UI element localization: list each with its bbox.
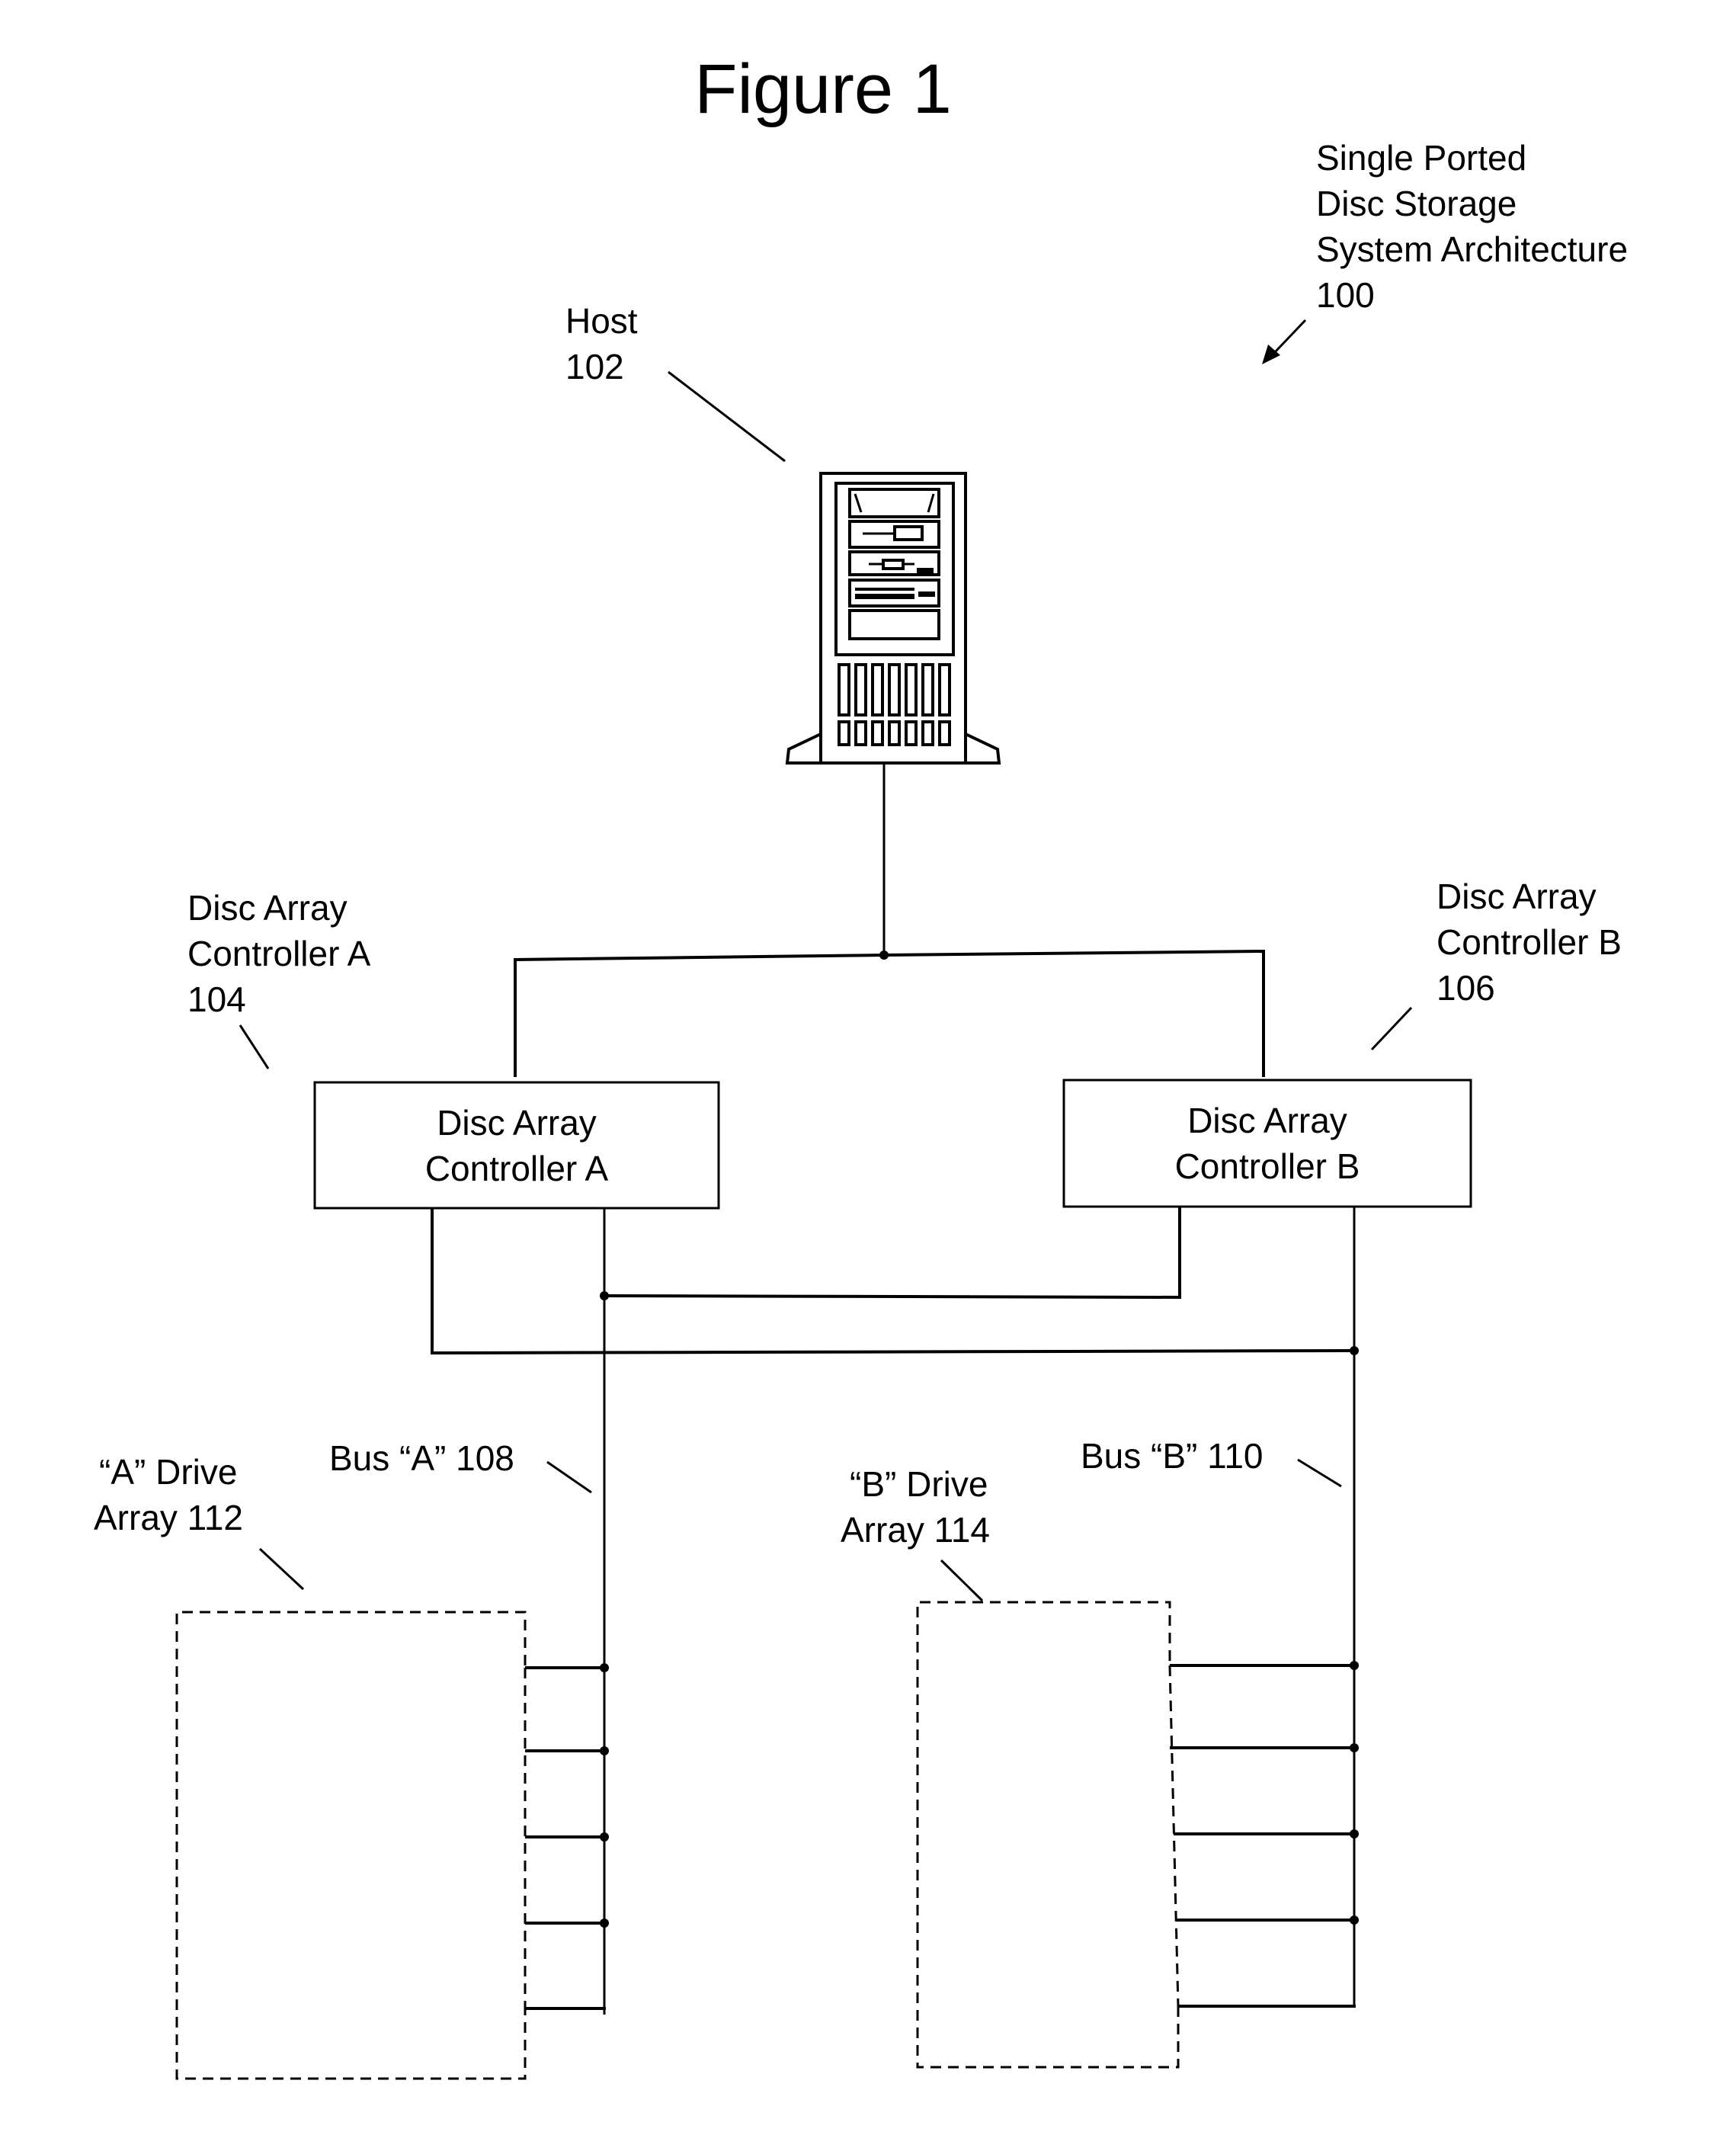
host-label-name: Host xyxy=(565,301,638,341)
vent-slots xyxy=(838,663,951,746)
drive-array-a-label: “A” Drive Array 112 xyxy=(94,1452,305,1591)
callout-line: Controller B xyxy=(1437,922,1622,962)
controller-a[interactable]: Disc Array Controller A xyxy=(313,1081,720,1210)
host-uplink xyxy=(514,764,1265,1077)
system-label-line: Single Ported xyxy=(1316,138,1526,178)
system-arrow-icon xyxy=(1262,319,1307,364)
bus-b-text: Bus “B” 110 xyxy=(1081,1436,1263,1476)
drive-array-b[interactable] xyxy=(916,1601,1359,2069)
drive-array-b-label: “B” Drive Array 114 xyxy=(841,1464,990,1602)
architecture-diagram: Figure 1 Single Ported Disc Storage Syst… xyxy=(94,50,1628,2080)
system-label: Single Ported Disc Storage System Archit… xyxy=(1316,138,1628,315)
callout-number: 106 xyxy=(1437,968,1495,1008)
drive-b-stubs xyxy=(1170,1661,1359,2008)
bus-a-text: Bus “A” 108 xyxy=(329,1438,514,1478)
bus-b-label: Bus “B” 110 xyxy=(1081,1436,1342,1488)
figure-title: Figure 1 xyxy=(694,50,952,128)
drive-array-b-line: “B” Drive xyxy=(850,1464,988,1504)
controller-a-callout: Disc Array Controller A 104 xyxy=(187,888,371,1069)
controller-b-line: Disc Array xyxy=(1187,1101,1347,1140)
drive-array-a-line: “A” Drive xyxy=(99,1452,237,1492)
bus-a-label: Bus “A” 108 xyxy=(329,1438,592,1494)
controller-b-line: Controller B xyxy=(1175,1146,1360,1186)
drive-array-a-line: Array 112 xyxy=(94,1498,243,1537)
system-label-line: Disc Storage xyxy=(1316,184,1517,223)
controller-b[interactable]: Disc Array Controller B xyxy=(1062,1079,1472,1208)
drive-a-stubs xyxy=(525,1663,609,2010)
host-label-number: 102 xyxy=(565,347,624,386)
callout-line: Disc Array xyxy=(1437,877,1597,916)
controller-a-line: Disc Array xyxy=(437,1103,597,1143)
callout-line: Controller A xyxy=(187,934,371,973)
host-leader-line xyxy=(668,370,786,463)
controller-b-callout: Disc Array Controller B 106 xyxy=(1370,877,1622,1051)
system-label-line: System Architecture xyxy=(1316,229,1628,269)
system-label-number: 100 xyxy=(1316,275,1375,315)
controller-a-line: Controller A xyxy=(425,1149,609,1188)
callout-line: Disc Array xyxy=(187,888,348,928)
controller-crosslinks xyxy=(431,1207,1359,2015)
host-label: Host 102 xyxy=(565,301,638,386)
drive-array-b-line: Array 114 xyxy=(841,1510,990,1550)
drive-array-a[interactable] xyxy=(175,1611,609,2080)
server-tower-icon[interactable] xyxy=(785,472,1001,765)
callout-number: 104 xyxy=(187,979,246,1019)
